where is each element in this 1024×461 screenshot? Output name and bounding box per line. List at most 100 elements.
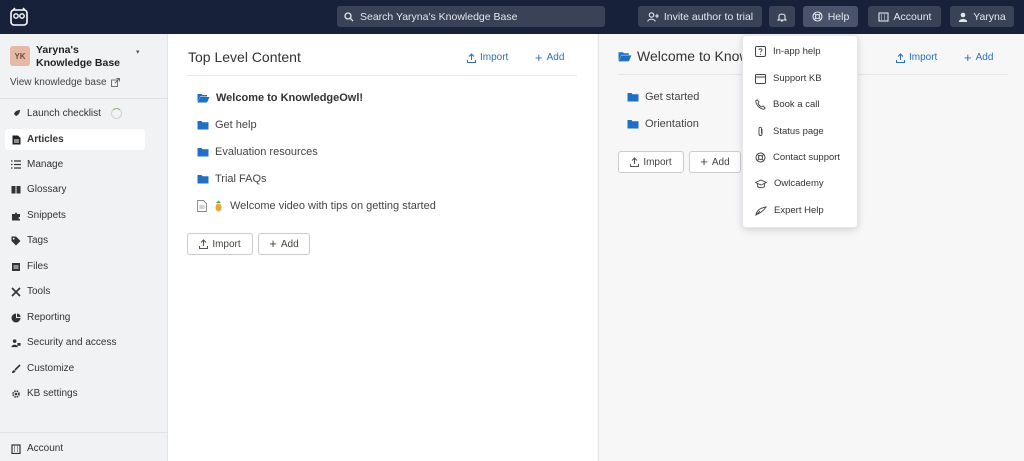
search-input[interactable]: Search Yaryna's Knowledge Base — [337, 6, 605, 27]
view-kb-link[interactable]: View knowledge base — [10, 77, 120, 88]
upload-icon — [896, 52, 905, 63]
files-icon — [11, 262, 21, 272]
user-plus-icon — [647, 11, 659, 22]
upload-icon — [199, 239, 209, 249]
search-placeholder: Search Yaryna's Knowledge Base — [360, 10, 518, 23]
list-item-folder[interactable]: Trial FAQs — [197, 173, 267, 185]
list-item-folder[interactable]: Evaluation resources — [197, 146, 318, 158]
help-dropdown-menu: In-app help Support KB Book a call Statu… — [742, 35, 858, 228]
sidebar-item-kb-settings[interactable]: KB settings — [5, 383, 145, 404]
import-link-button[interactable]: Import — [896, 52, 937, 63]
sidebar-item-manage[interactable]: Manage — [5, 154, 145, 175]
folder-open-icon — [197, 94, 210, 103]
list-icon — [11, 160, 21, 170]
bell-icon — [777, 13, 787, 22]
sidebar-item-glossary[interactable]: Glossary — [5, 179, 145, 200]
list-item-folder[interactable]: Get help — [197, 119, 257, 131]
brush-icon — [11, 363, 21, 374]
sidebar-item-tools[interactable]: Tools — [5, 281, 145, 302]
account-button[interactable]: Account — [868, 6, 941, 27]
upload-icon — [467, 52, 476, 63]
divider — [0, 432, 168, 433]
add-link-button[interactable]: + Add — [535, 49, 564, 65]
article-icon — [11, 135, 21, 145]
top-bar: Search Yaryna's Knowledge Base Invite au… — [0, 0, 1024, 34]
menu-item-contact-support[interactable]: Contact support — [755, 152, 840, 163]
folder-open-icon — [618, 51, 632, 61]
gear-icon — [11, 389, 21, 399]
sidebar-item-account[interactable]: Account — [5, 438, 145, 459]
user-menu-button[interactable]: Yaryna — [950, 6, 1014, 27]
plus-icon: + — [700, 154, 708, 169]
folder-icon — [627, 120, 639, 129]
sidebar-item-security[interactable]: Security and access — [5, 332, 145, 353]
menu-item-book-a-call[interactable]: Book a call — [755, 99, 819, 110]
owl-logo-icon[interactable] — [9, 7, 29, 27]
tools-icon — [11, 286, 21, 297]
panel-title: Welcome to Knowle — [618, 48, 760, 64]
user-icon — [959, 12, 968, 22]
graduation-cap-icon — [755, 179, 767, 188]
list-item-folder[interactable]: Welcome to KnowledgeOwl! — [197, 92, 363, 104]
invite-author-button[interactable]: Invite author to trial — [638, 6, 762, 27]
kb-avatar: YK — [10, 46, 30, 66]
plus-icon: + — [535, 49, 543, 65]
sidebar-item-files[interactable]: Files — [5, 256, 145, 277]
menu-item-status-page[interactable]: Status page — [755, 126, 824, 137]
list-item-folder[interactable]: Orientation — [627, 118, 699, 130]
list-item-folder[interactable]: Get started — [627, 91, 699, 103]
lifebuoy-icon — [755, 152, 766, 163]
folder-icon — [197, 175, 209, 184]
menu-item-owlcademy[interactable]: Owlcademy — [755, 178, 824, 189]
sidebar-item-reporting[interactable]: Reporting — [5, 307, 145, 328]
folder-icon — [627, 93, 639, 102]
divider — [0, 98, 168, 99]
upload-icon — [630, 157, 640, 167]
menu-item-in-app-help[interactable]: In-app help — [755, 46, 821, 57]
sidebar-item-articles[interactable]: Articles — [5, 129, 145, 150]
top-level-content-panel: Top Level Content Import + Add Welcome t… — [168, 34, 597, 461]
menu-item-expert-help[interactable]: Expert Help — [755, 205, 824, 216]
import-button[interactable]: Import — [618, 151, 684, 173]
help-button[interactable]: Help — [803, 6, 858, 27]
paperclip-icon — [758, 126, 763, 136]
add-button[interactable]: + Add — [689, 151, 741, 173]
sidebar-item-launch-checklist[interactable]: Launch checklist — [5, 103, 145, 124]
building-icon — [877, 11, 889, 22]
pineapple-icon — [215, 200, 222, 212]
search-icon — [344, 11, 354, 21]
notifications-button[interactable] — [769, 6, 795, 27]
divider — [187, 75, 577, 76]
chevron-down-icon: ▾ — [136, 49, 140, 56]
add-button[interactable]: + Add — [258, 233, 310, 255]
chart-pie-icon — [11, 313, 21, 323]
sidebar: YK Yaryna's Knowledge Base ▾ View knowle… — [0, 34, 168, 461]
plus-icon: + — [964, 49, 972, 65]
progress-spinner-icon — [110, 108, 122, 119]
rocket-icon — [11, 109, 21, 119]
folder-icon — [197, 121, 209, 130]
building-icon — [11, 443, 21, 454]
panel-title: Top Level Content — [188, 49, 301, 65]
expert-icon — [755, 205, 767, 216]
kb-name: Yaryna's Knowledge Base — [36, 44, 121, 69]
lifebuoy-icon — [812, 11, 823, 22]
users-lock-icon — [11, 338, 21, 348]
external-link-icon — [110, 78, 120, 87]
window-icon — [755, 73, 766, 84]
list-item-article[interactable]: Welcome video with tips on getting start… — [197, 200, 436, 212]
plus-icon: + — [269, 236, 277, 251]
sidebar-item-tags[interactable]: Tags — [5, 230, 145, 251]
menu-item-support-kb[interactable]: Support KB — [755, 73, 822, 84]
sidebar-item-snippets[interactable]: Snippets — [5, 205, 145, 226]
add-link-button[interactable]: + Add — [964, 49, 993, 65]
tag-icon — [11, 236, 21, 246]
puzzle-icon — [11, 211, 21, 221]
phone-icon — [755, 99, 766, 110]
sidebar-item-customize[interactable]: Customize — [5, 358, 145, 379]
import-button[interactable]: Import — [187, 233, 253, 255]
document-icon — [197, 200, 207, 212]
folder-icon — [197, 148, 209, 157]
import-link-button[interactable]: Import — [467, 52, 508, 63]
question-square-icon — [755, 46, 766, 57]
